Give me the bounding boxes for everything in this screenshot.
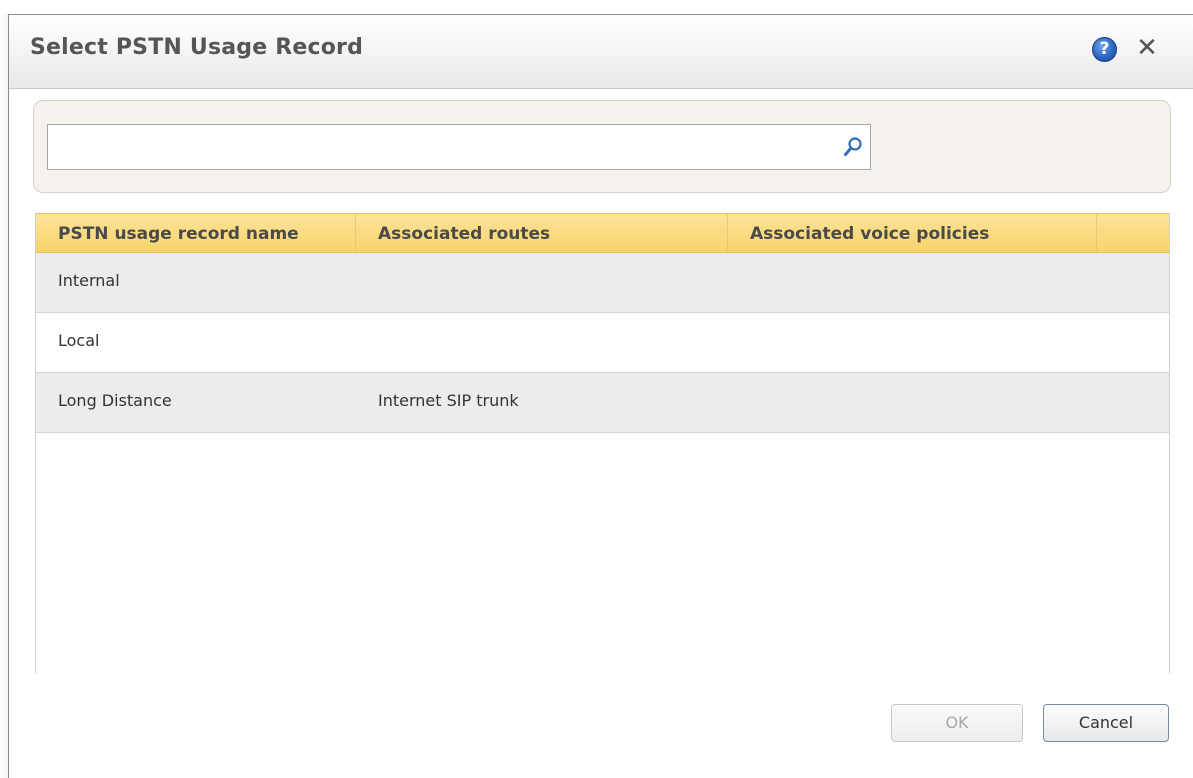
table-row[interactable]: Local: [36, 313, 1169, 373]
search-field: [47, 124, 871, 170]
column-header-pstn-usage-record-name[interactable]: PSTN usage record name: [36, 214, 356, 252]
cell-associated-routes: Internet SIP trunk: [378, 391, 519, 410]
search-input[interactable]: [48, 125, 828, 169]
column-header-filler: [1097, 214, 1169, 252]
grid-header: PSTN usage record name Associated routes…: [36, 213, 1169, 253]
column-header-associated-voice-policies[interactable]: Associated voice policies: [728, 214, 1097, 252]
table-row[interactable]: Internal: [36, 253, 1169, 313]
close-icon[interactable]: ✕: [1134, 33, 1160, 63]
search-panel: [33, 100, 1171, 193]
background-window-edge: [0, 14, 8, 778]
cell-record-name: Long Distance: [58, 391, 172, 410]
cell-associated-voice-policies: [728, 373, 1097, 432]
cell-associated-voice-policies: [728, 253, 1097, 312]
pstn-usage-records-grid: PSTN usage record name Associated routes…: [35, 213, 1170, 673]
column-header-associated-routes[interactable]: Associated routes: [356, 214, 728, 252]
dialog-title-bar: Select PSTN Usage Record ? ✕: [9, 15, 1193, 89]
select-pstn-usage-record-dialog: Select PSTN Usage Record ? ✕ PSTN usage …: [8, 14, 1193, 778]
help-icon[interactable]: ?: [1092, 37, 1117, 62]
cell-associated-routes: [356, 253, 728, 312]
ok-button[interactable]: OK: [891, 704, 1023, 742]
table-row[interactable]: Long Distance Internet SIP trunk: [36, 373, 1169, 433]
cell-record-name: Internal: [58, 271, 120, 290]
dialog-title: Select PSTN Usage Record: [30, 35, 364, 60]
cell-associated-routes: [356, 313, 728, 372]
cancel-button[interactable]: Cancel: [1043, 704, 1169, 742]
cell-associated-voice-policies: [728, 313, 1097, 372]
search-icon[interactable]: [843, 136, 863, 158]
cell-record-name: Local: [58, 331, 100, 350]
